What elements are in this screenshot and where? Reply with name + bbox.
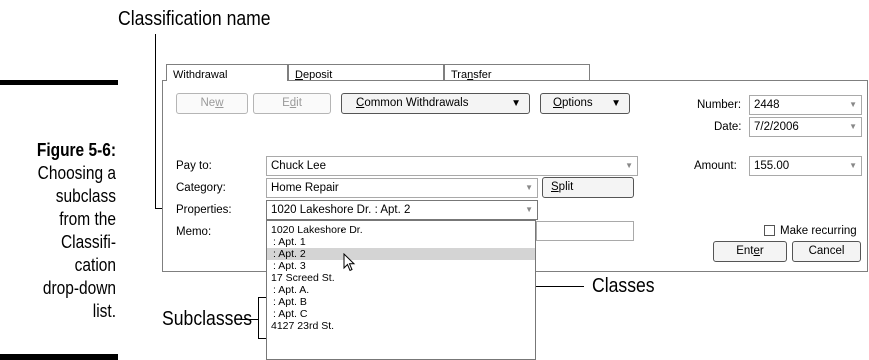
figure-caption: Figure 5-6: Choosing a subclass from the… — [16, 139, 116, 323]
caption-line: from the — [59, 209, 116, 229]
list-item-subclass[interactable]: : Apt. 3 — [267, 260, 535, 272]
callout-classification-name: Classification name — [118, 8, 271, 30]
dropdown-arrow-icon: ▼ — [611, 98, 621, 109]
list-item-class[interactable]: 17 Screed St. — [267, 272, 535, 284]
amount-field[interactable]: 155.00 ▼ — [749, 156, 862, 176]
date-field[interactable]: 7/2/2006 ▼ — [749, 117, 862, 137]
list-item-class[interactable]: 4127 23rd St. — [267, 320, 535, 332]
dropdown-arrow-icon: ▼ — [849, 122, 857, 131]
list-item-subclass[interactable]: : Apt. B — [267, 296, 535, 308]
list-item-subclass-selected[interactable]: : Apt. 2 — [267, 248, 535, 260]
mouse-pointer-icon — [343, 253, 356, 272]
pay-to-label: Pay to: — [176, 160, 212, 172]
callout-line — [240, 319, 258, 320]
figure-top-rule — [0, 80, 118, 85]
active-tab-joint — [167, 79, 287, 81]
dropdown-arrow-icon: ▼ — [525, 205, 533, 214]
properties-label: Properties: — [176, 204, 232, 216]
list-item-class[interactable]: 1020 Lakeshore Dr. — [267, 224, 535, 236]
transaction-type-dropdown[interactable]: Common Withdrawals ▼ — [341, 93, 530, 114]
callout-subclasses: Subclasses — [162, 308, 253, 330]
category-field[interactable]: Home Repair ▼ — [266, 178, 538, 198]
memo-field[interactable] — [536, 221, 634, 241]
figure-number: Figure 5-6: — [36, 140, 116, 160]
caption-line: subclass — [55, 186, 116, 206]
properties-field[interactable]: 1020 Lakeshore Dr. : Apt. 2 ▼ — [266, 200, 538, 220]
number-field[interactable]: 2448 ▼ — [749, 95, 862, 115]
callout-line — [342, 230, 343, 231]
dropdown-arrow-icon: ▼ — [849, 100, 857, 109]
number-label: Number: — [697, 99, 742, 111]
make-recurring-label: Make recurring — [780, 225, 857, 237]
dropdown-arrow-icon: ▼ — [511, 98, 521, 109]
callout-line — [258, 297, 259, 339]
category-label: Category: — [176, 182, 226, 194]
split-button[interactable]: Split — [542, 177, 634, 198]
list-item-subclass[interactable]: : Apt. C — [267, 308, 535, 320]
options-dropdown[interactable]: Options ▼ — [540, 93, 630, 114]
classification-dropdown-list[interactable]: 1020 Lakeshore Dr. : Apt. 1 : Apt. 2 : A… — [266, 220, 536, 360]
figure-bottom-rule — [0, 354, 118, 360]
caption-line: Classifi- — [60, 232, 116, 252]
make-recurring-checkbox[interactable] — [764, 225, 775, 236]
list-item-subclass[interactable]: : Apt. A. — [267, 284, 535, 296]
cancel-button[interactable]: Cancel — [792, 241, 861, 262]
edit-button[interactable]: Edit — [253, 93, 331, 114]
caption-line: list. — [92, 301, 116, 321]
memo-label: Memo: — [176, 226, 212, 238]
dropdown-arrow-icon: ▼ — [849, 161, 857, 170]
caption-line: Choosing a — [37, 163, 116, 183]
dropdown-arrow-icon: ▼ — [625, 161, 633, 170]
callout-line — [155, 34, 156, 209]
amount-label: Amount: — [694, 160, 737, 172]
date-label: Date: — [714, 121, 742, 133]
caption-line: drop-down — [42, 278, 116, 298]
list-item-subclass[interactable]: : Apt. 1 — [267, 236, 535, 248]
new-button[interactable]: New — [176, 93, 248, 114]
pay-to-field[interactable]: Chuck Lee ▼ — [266, 156, 638, 176]
caption-line: cation — [74, 255, 116, 275]
callout-classes: Classes — [592, 275, 655, 297]
dropdown-arrow-icon: ▼ — [525, 183, 533, 192]
enter-button[interactable]: Enter — [713, 241, 787, 262]
